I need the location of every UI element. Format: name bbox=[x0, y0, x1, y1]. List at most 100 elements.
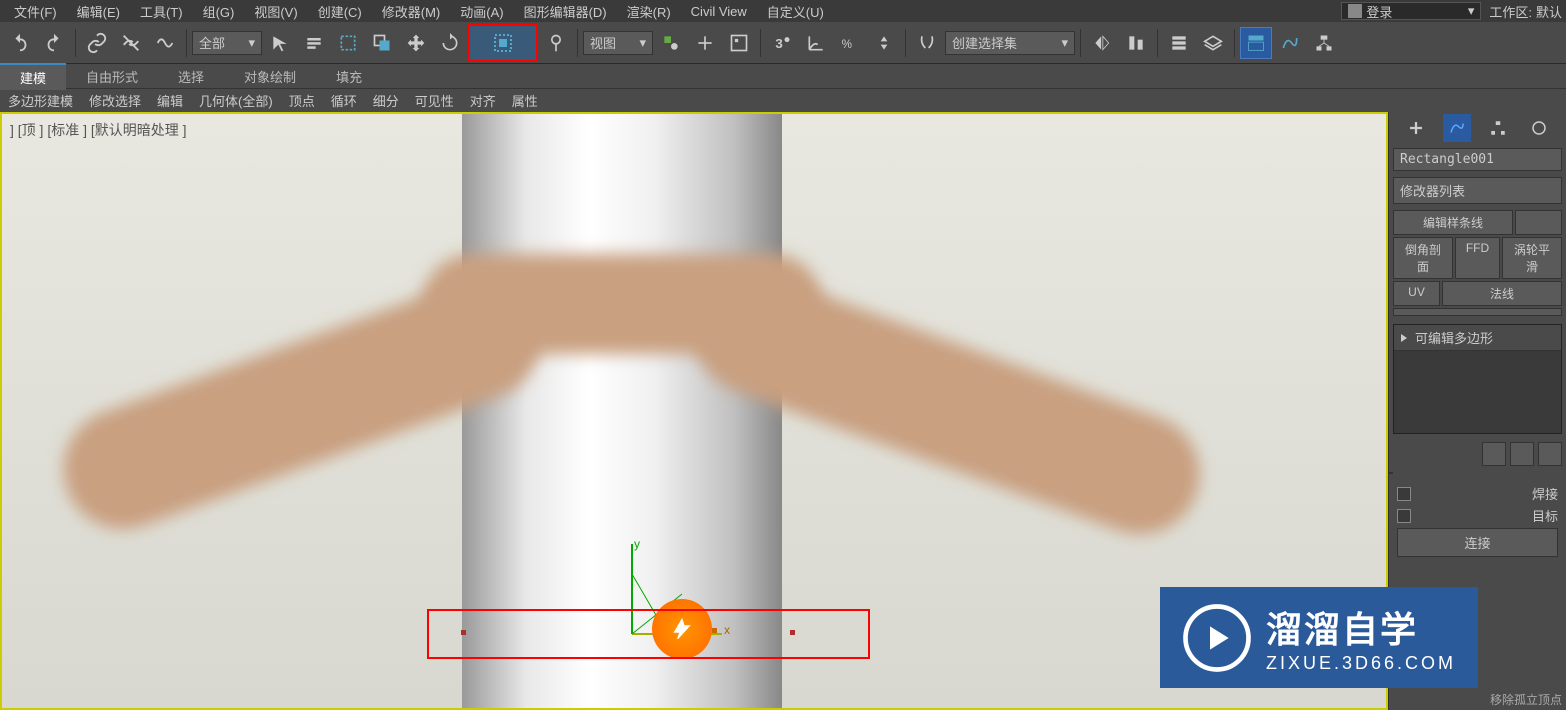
weld-checkbox[interactable] bbox=[1397, 487, 1411, 501]
keyboard-shortcut-button[interactable] bbox=[723, 27, 755, 59]
named-selection-dropdown[interactable]: 创建选择集▾ bbox=[945, 31, 1075, 55]
vertex-point[interactable] bbox=[712, 628, 717, 633]
sub-poly-modeling[interactable]: 多边形建模 bbox=[0, 89, 81, 112]
move-gizmo-handle[interactable] bbox=[652, 599, 712, 659]
menu-render[interactable]: 渲染(R) bbox=[617, 0, 681, 23]
menu-tools[interactable]: 工具(T) bbox=[130, 0, 193, 23]
sub-subdivide[interactable]: 细分 bbox=[365, 89, 407, 112]
mirror-button[interactable] bbox=[1086, 27, 1118, 59]
snap-3d-button[interactable]: 3 bbox=[766, 27, 798, 59]
modifier-list-dropdown[interactable]: 修改器列表 bbox=[1393, 177, 1562, 204]
connect-button[interactable]: 连接 bbox=[1397, 528, 1558, 557]
chamfer-profile-button[interactable]: 倒角剖面 bbox=[1393, 237, 1453, 279]
motion-panel-icon[interactable] bbox=[1525, 114, 1553, 142]
svg-text:x: x bbox=[724, 623, 730, 637]
sub-vertex[interactable]: 顶点 bbox=[281, 89, 323, 112]
rollout-section: 焊接 目标 连接 bbox=[1393, 480, 1562, 561]
workspace-selector[interactable]: 工作区: 默认 bbox=[1489, 2, 1562, 21]
curve-editor-button[interactable] bbox=[1274, 27, 1306, 59]
tab-object-paint[interactable]: 对象绘制 bbox=[224, 64, 316, 89]
selection-filter-dropdown[interactable]: 全部▾ bbox=[192, 31, 262, 55]
menu-file[interactable]: 文件(F) bbox=[4, 0, 67, 23]
link-button[interactable] bbox=[81, 27, 113, 59]
sub-align[interactable]: 对齐 bbox=[462, 89, 504, 112]
svg-text:%: % bbox=[842, 38, 852, 51]
target-row: 目标 bbox=[1397, 506, 1558, 525]
watermark: 溜溜自学 ZIXUE.3D66.COM bbox=[1160, 587, 1478, 688]
user-icon bbox=[1348, 4, 1362, 18]
bind-spacewarp-button[interactable] bbox=[149, 27, 181, 59]
menu-create[interactable]: 创建(C) bbox=[308, 0, 372, 23]
sub-modify-selection[interactable]: 修改选择 bbox=[81, 89, 149, 112]
layer-explorer-button[interactable] bbox=[1163, 27, 1195, 59]
separator-dashed bbox=[1389, 472, 1566, 474]
modifier-ext-button[interactable] bbox=[1515, 210, 1562, 235]
expand-arrow-icon[interactable] bbox=[1397, 331, 1411, 345]
watermark-main-text: 溜溜自学 bbox=[1266, 601, 1456, 653]
window-crossing-button[interactable] bbox=[366, 27, 398, 59]
menu-edit[interactable]: 编辑(E) bbox=[67, 0, 130, 23]
stack-item-editable-poly[interactable]: 可编辑多边形 bbox=[1394, 325, 1561, 351]
modifier-ext2-button[interactable] bbox=[1393, 308, 1562, 316]
ffd-button[interactable]: FFD bbox=[1455, 237, 1500, 279]
select-manipulate-button[interactable] bbox=[689, 27, 721, 59]
align-button[interactable] bbox=[1120, 27, 1152, 59]
modifier-stack[interactable]: 可编辑多边形 bbox=[1393, 324, 1562, 434]
tab-selection[interactable]: 选择 bbox=[158, 64, 224, 89]
menu-group[interactable]: 组(G) bbox=[193, 0, 245, 23]
make-unique-button[interactable] bbox=[1538, 442, 1562, 466]
sub-properties[interactable]: 属性 bbox=[504, 89, 546, 112]
pin-stack-button[interactable] bbox=[1482, 442, 1506, 466]
redo-button[interactable] bbox=[38, 27, 70, 59]
angle-snap-button[interactable] bbox=[800, 27, 832, 59]
rectangular-selection-button[interactable] bbox=[332, 27, 364, 59]
vertex-point[interactable] bbox=[461, 630, 466, 635]
viewport-label[interactable]: ] [顶 ] [标准 ] [默认明暗处理 ] bbox=[10, 120, 187, 140]
menu-civil[interactable]: Civil View bbox=[681, 2, 757, 21]
pivot-button[interactable] bbox=[655, 27, 687, 59]
schematic-view-button[interactable] bbox=[1308, 27, 1340, 59]
ribbon-tabs: 建模 自由形式 选择 对象绘制 填充 bbox=[0, 64, 1566, 88]
create-panel-icon[interactable] bbox=[1402, 114, 1430, 142]
menu-animation[interactable]: 动画(A) bbox=[450, 0, 513, 23]
select-by-name-button[interactable] bbox=[298, 27, 330, 59]
tab-modeling[interactable]: 建模 bbox=[0, 63, 66, 90]
reference-coord-dropdown[interactable]: 视图▾ bbox=[583, 31, 653, 55]
rotate-button[interactable] bbox=[434, 27, 466, 59]
workspace-value: 默认 bbox=[1536, 2, 1562, 21]
undo-button[interactable] bbox=[4, 27, 36, 59]
vertex-point[interactable] bbox=[790, 630, 795, 635]
menu-modifiers[interactable]: 修改器(M) bbox=[372, 0, 451, 23]
sub-loop[interactable]: 循环 bbox=[323, 89, 365, 112]
unlink-button[interactable] bbox=[115, 27, 147, 59]
object-name-field[interactable]: Rectangle001 bbox=[1393, 148, 1562, 171]
ribbon-toggle-button[interactable] bbox=[1240, 27, 1272, 59]
menu-customize[interactable]: 自定义(U) bbox=[757, 0, 834, 23]
move-button[interactable] bbox=[400, 27, 432, 59]
sub-edit[interactable]: 编辑 bbox=[149, 89, 191, 112]
hierarchy-panel-icon[interactable] bbox=[1484, 114, 1512, 142]
show-end-result-button[interactable] bbox=[1510, 442, 1534, 466]
svg-text:3: 3 bbox=[775, 36, 782, 51]
spinner-snap-button[interactable] bbox=[868, 27, 900, 59]
uv-button[interactable]: UV bbox=[1393, 281, 1440, 306]
modify-panel-icon[interactable] bbox=[1443, 114, 1471, 142]
select-object-button[interactable] bbox=[264, 27, 296, 59]
target-checkbox[interactable] bbox=[1397, 509, 1411, 523]
sub-geometry-all[interactable]: 几何体(全部) bbox=[191, 89, 281, 112]
tab-freeform[interactable]: 自由形式 bbox=[66, 64, 158, 89]
menu-graph[interactable]: 图形编辑器(D) bbox=[514, 0, 617, 23]
turbo-smooth-button[interactable]: 涡轮平滑 bbox=[1502, 237, 1562, 279]
tab-populate[interactable]: 填充 bbox=[316, 64, 382, 89]
percent-snap-button[interactable]: % bbox=[834, 27, 866, 59]
sub-visibility[interactable]: 可见性 bbox=[407, 89, 462, 112]
normals-button[interactable]: 法线 bbox=[1442, 281, 1562, 306]
login-dropdown[interactable]: 登录 ▾ bbox=[1341, 2, 1481, 20]
toggle-layer-button[interactable] bbox=[1197, 27, 1229, 59]
editable-selection-button[interactable] bbox=[911, 27, 943, 59]
edit-spline-button[interactable]: 编辑样条线 bbox=[1393, 210, 1513, 235]
scale-button[interactable] bbox=[468, 24, 538, 62]
remove-isolated-label[interactable]: 移除孤立顶点 bbox=[1490, 691, 1562, 708]
menu-views[interactable]: 视图(V) bbox=[244, 0, 307, 23]
placement-button[interactable] bbox=[540, 27, 572, 59]
